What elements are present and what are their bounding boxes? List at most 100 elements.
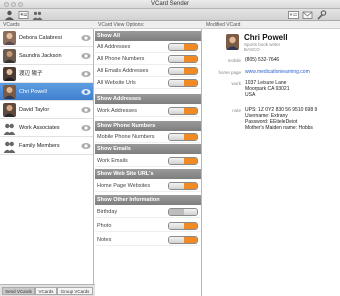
contact-name: Work Associates <box>19 125 60 131</box>
contact-row[interactable]: Family Members <box>0 137 93 155</box>
section-show-other-information: Show Other Information <box>95 195 201 205</box>
avatar <box>3 67 16 81</box>
option-row: Work Emails <box>95 155 201 167</box>
contact-name: Family Members <box>19 143 60 149</box>
option-label: Birthday <box>97 209 118 215</box>
eye-icon[interactable] <box>81 34 91 42</box>
minimize-window-button[interactable] <box>11 2 16 7</box>
toggle-switch[interactable] <box>168 182 198 190</box>
option-row: Birthday <box>95 206 201 218</box>
bottom-tab-bar: Send VCards VCards Group VCards <box>0 284 95 296</box>
person-icon[interactable] <box>4 10 15 20</box>
section-show-emails: Show Emails <box>95 144 201 154</box>
toggle-switch[interactable] <box>168 208 198 216</box>
toggle-switch[interactable] <box>168 107 198 115</box>
option-label: Photo <box>97 223 112 229</box>
tab-group-vcards[interactable]: Group VCards <box>57 287 93 295</box>
mobile-label: mobile <box>227 58 241 63</box>
contact-row-selected[interactable]: Chri Powell <box>0 83 93 101</box>
vcard-list: Debora Calabresi Saundra Jackson 渡辺 陽子 C… <box>0 29 94 284</box>
window-title: VCard Sender <box>150 1 190 7</box>
modified-vcard: Chri Powell Sports book writer BASCO mob… <box>203 29 340 296</box>
section-show-web-urls: Show Web Site URL's <box>95 169 201 179</box>
option-label: Work Emails <box>97 158 128 164</box>
group-icon <box>3 121 16 135</box>
toolbar <box>0 9 340 21</box>
toggle-switch[interactable] <box>168 133 198 141</box>
contact-row[interactable]: Saundra Jackson <box>0 47 93 65</box>
option-row: Home Page Websites <box>95 180 201 192</box>
toggle-switch[interactable] <box>168 43 198 51</box>
option-row: All Emails Addresses <box>95 65 201 77</box>
option-row: Notes <box>95 234 201 246</box>
tab-send-vcards[interactable]: Send VCards <box>2 287 35 295</box>
avatar <box>3 31 16 45</box>
contact-name: 渡辺 陽子 <box>19 71 43 77</box>
group-icon[interactable] <box>32 10 43 20</box>
section-show-all: Show All <box>95 31 201 41</box>
option-label: All Phone Numbers <box>97 56 145 62</box>
option-label: All Website Urls <box>97 80 136 86</box>
eye-icon[interactable] <box>81 124 91 132</box>
toggle-switch[interactable] <box>168 67 198 75</box>
option-row: Work Addresses <box>95 105 201 117</box>
contact-name: Saundra Jackson <box>19 53 62 59</box>
close-window-button[interactable] <box>4 2 9 7</box>
address-line: USA <box>245 92 256 98</box>
option-label: All Addresses <box>97 44 131 50</box>
option-row: Photo <box>95 220 201 232</box>
contact-row[interactable]: Work Associates <box>0 119 93 137</box>
option-label: Work Addresses <box>97 108 137 114</box>
vcard-view-options: Show All All Addresses All Phone Numbers… <box>95 29 202 296</box>
card-company: BASCO <box>244 47 260 52</box>
contact-card-icon[interactable] <box>18 10 29 20</box>
option-label: Mobile Phone Numbers <box>97 134 155 140</box>
window-titlebar: VCard Sender <box>0 0 340 9</box>
option-row: All Website Urls <box>95 77 201 89</box>
eye-icon[interactable] <box>81 88 91 96</box>
avatar <box>3 103 16 117</box>
avatar <box>3 85 16 99</box>
contact-row[interactable]: David Taylor <box>0 101 93 119</box>
send-envelope-icon[interactable] <box>302 10 313 20</box>
toggle-switch[interactable] <box>168 79 198 87</box>
contact-name: David Taylor <box>19 107 50 113</box>
card-contact-name: Chri Powell <box>244 33 288 42</box>
vcard-preview-icon[interactable] <box>288 10 299 20</box>
option-row: Mobile Phone Numbers <box>95 131 201 143</box>
eye-icon[interactable] <box>81 106 91 114</box>
homepage-link[interactable]: www.medicatloniearning.com <box>245 69 310 75</box>
section-show-addresses: Show Addresses <box>95 94 201 104</box>
mobile-value: (805) 532-7646 <box>245 57 280 63</box>
work-address-label: work <box>231 81 241 86</box>
section-show-phone-numbers: Show Phone Numbers <box>95 121 201 131</box>
note-line: Mother's Maiden name: Hobbs <box>245 125 313 131</box>
avatar <box>3 49 16 63</box>
option-label: Notes <box>97 237 112 243</box>
wrench-icon[interactable] <box>316 10 327 20</box>
note-label: note <box>232 108 241 113</box>
contact-photo <box>226 34 239 50</box>
vcards-pane-header: VCards <box>0 21 95 29</box>
option-row: All Addresses <box>95 41 201 53</box>
toggle-switch[interactable] <box>168 236 198 244</box>
contact-name: Chri Powell <box>19 89 47 95</box>
zoom-window-button[interactable] <box>18 2 23 7</box>
option-label: Home Page Websites <box>97 183 151 189</box>
contact-row[interactable]: Debora Calabresi <box>0 29 93 47</box>
modified-vcard-header: Modified VCard <box>203 21 340 29</box>
toggle-switch[interactable] <box>168 157 198 165</box>
eye-icon[interactable] <box>81 52 91 60</box>
homepage-label: home page <box>218 70 241 75</box>
option-label: All Emails Addresses <box>97 68 149 74</box>
group-icon <box>3 139 16 153</box>
toggle-switch[interactable] <box>168 55 198 63</box>
options-pane-header: VCard View Options: <box>95 21 203 29</box>
contact-row[interactable]: 渡辺 陽子 <box>0 65 93 83</box>
contact-name: Debora Calabresi <box>19 35 62 41</box>
option-row: All Phone Numbers <box>95 53 201 65</box>
eye-icon[interactable] <box>81 70 91 78</box>
tab-vcards[interactable]: VCards <box>35 287 57 295</box>
toggle-switch[interactable] <box>168 222 198 230</box>
eye-icon[interactable] <box>81 142 91 150</box>
